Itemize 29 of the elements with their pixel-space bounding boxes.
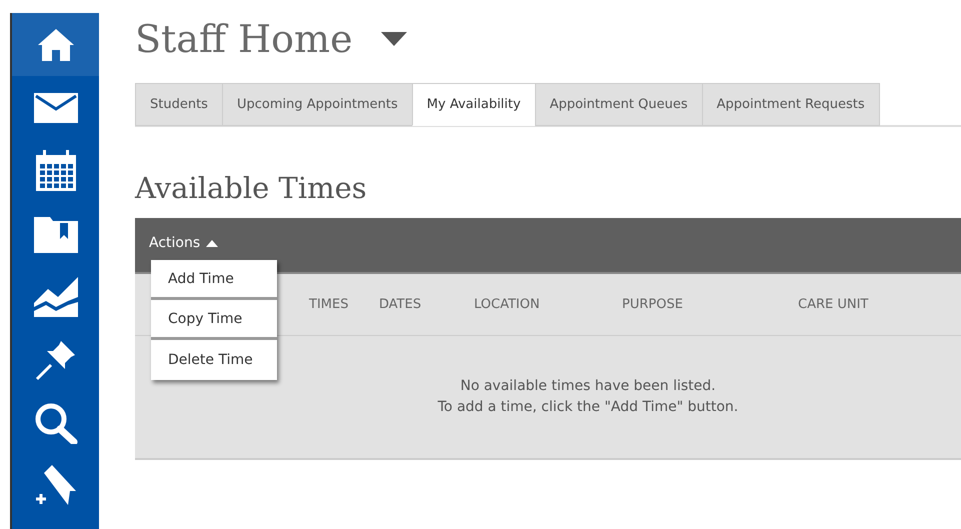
area-chart-icon [34, 276, 78, 316]
menu-item[interactable]: Delete Time [151, 340, 277, 380]
tab[interactable]: Upcoming Appointments [222, 83, 412, 126]
calendar-icon [34, 150, 76, 192]
tab[interactable]: Appointment Queues [534, 83, 702, 126]
home-icon [36, 26, 76, 62]
empty-message: No available times have been listed. [460, 377, 716, 396]
search-icon [34, 402, 78, 444]
page-title: Staff Home [135, 17, 353, 61]
tab[interactable]: Students [135, 83, 222, 126]
column-header: CARE UNIT [797, 297, 870, 312]
pushpin-icon [34, 338, 76, 380]
mail-icon [34, 92, 78, 122]
caret-icon [206, 240, 218, 246]
bookmarked-folder-icon [34, 214, 78, 252]
column-header: DATES [378, 297, 422, 312]
tab[interactable]: My Availability [412, 83, 535, 126]
dropdown-caret-icon[interactable] [380, 32, 407, 46]
tab[interactable]: Appointment Requests [702, 83, 880, 126]
actions-button[interactable]: Actions [149, 235, 218, 251]
add-tag-icon [34, 464, 78, 506]
column-header: TIMES [308, 297, 350, 312]
section-title: Available Times [135, 171, 368, 207]
menu-item[interactable]: Copy Time [151, 300, 277, 340]
column-header: LOCATION [473, 297, 541, 312]
sidebar-item[interactable] [12, 13, 99, 76]
empty-message: To add a time, click the "Add Time" button. [438, 398, 738, 417]
column-header: PURPOSE [621, 297, 684, 312]
menu-item[interactable]: Add Time [151, 260, 277, 300]
